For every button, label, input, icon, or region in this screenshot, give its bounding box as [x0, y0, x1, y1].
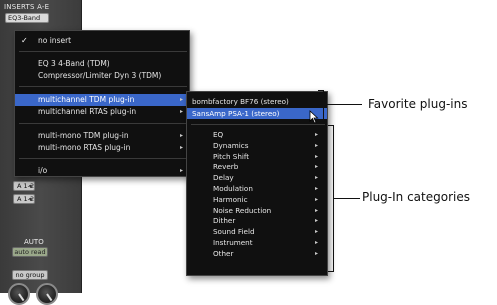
menu-item-multimono-tdm[interactable]: multi-mono TDM plug-in ▸ [15, 130, 189, 142]
group-label: no group [15, 271, 45, 279]
chevron-right-icon: ▸ [314, 163, 318, 171]
category-instrument[interactable]: Instrument ▸ [187, 238, 327, 249]
chevron-right-icon: ▸ [314, 195, 318, 203]
group-selector[interactable]: no group [12, 270, 48, 280]
chevron-right-icon: ▸ [314, 239, 318, 246]
menu-item-label: no insert [38, 36, 72, 45]
chevron-right-icon: ▸ [314, 249, 318, 257]
insert-dropdown-menu: ✓ no insert EQ 3 4-Band (TDM) Compressor… [14, 30, 190, 177]
automation-label: AUTO [24, 238, 44, 246]
pan-knob-right[interactable] [36, 283, 58, 305]
menu-item-label: Compressor/Limiter Dyn 3 (TDM) [38, 71, 162, 80]
chevron-right-icon: ▸ [314, 141, 318, 149]
menu-item-label: multichannel TDM plug-in [38, 95, 135, 104]
menu-separator [19, 86, 187, 87]
category-pitch-shift[interactable]: Pitch Shift ▸ [187, 152, 327, 163]
input-selector[interactable]: A 1-2 ▾ [13, 181, 35, 191]
chevron-right-icon: ▸ [314, 206, 318, 214]
chevron-right-icon: ▸ [179, 144, 183, 151]
category-delay[interactable]: Delay ▸ [187, 173, 327, 184]
chevron-right-icon: ▸ [314, 228, 318, 236]
category-label: Sound Field [213, 227, 255, 237]
menu-item-label: multi-mono RTAS plug-in [38, 143, 131, 152]
chevron-right-icon: ▸ [314, 131, 318, 138]
checkmark-icon: ✓ [21, 36, 28, 45]
category-label: Modulation [213, 184, 253, 193]
submenu-separator [191, 124, 325, 125]
category-label: Pitch Shift [213, 151, 250, 161]
favorites-callout-label: Favorite plug-ins [368, 97, 468, 111]
menu-item-multichannel-tdm[interactable]: multichannel TDM plug-in ▸ [15, 94, 189, 106]
insert-slot-button[interactable]: EQ3-Band [5, 13, 49, 23]
inserts-label: INSERTS A-E [4, 3, 50, 11]
categories-callout-label: Plug-In categories [362, 190, 470, 204]
chevron-right-icon: ▸ [314, 174, 318, 182]
category-label: Dither [213, 216, 236, 226]
category-label: Delay [213, 173, 234, 183]
category-noise-reduction[interactable]: Noise Reduction ▸ [187, 206, 327, 217]
category-label: Other [213, 248, 234, 258]
menu-item-label: EQ 3 4-Band (TDM) [38, 59, 110, 68]
menu-item-label: i/o [38, 166, 48, 175]
menu-separator [19, 51, 187, 52]
menu-item-no-insert[interactable]: ✓ no insert [15, 35, 189, 47]
pan-knob-left[interactable] [8, 283, 30, 305]
category-sound-field[interactable]: Sound Field ▸ [187, 227, 327, 238]
categories-leader-line [334, 198, 360, 200]
category-eq[interactable]: EQ ▸ [187, 130, 327, 141]
category-harmonic[interactable]: Harmonic ▸ [187, 195, 327, 206]
output-selector[interactable]: A 1-2 ▾ [13, 194, 35, 204]
favorites-leader-line [324, 104, 362, 106]
category-label: Instrument [213, 238, 253, 247]
menu-item-multichannel-rtas[interactable]: multichannel RTAS plug-in ▸ [15, 106, 189, 118]
submenu-item-label: bombfactory BF76 (stereo) [192, 97, 289, 106]
chevron-right-icon: ▸ [179, 96, 183, 103]
favorites-bracket [318, 90, 324, 121]
submenu-item-favorite-sansamp[interactable]: SansAmp PSA-1 (stereo) [187, 108, 327, 119]
category-label: Noise Reduction [213, 205, 272, 215]
category-label: Dynamics [213, 140, 249, 150]
chevron-right-icon: ▸ [179, 108, 183, 115]
plugin-submenu: bombfactory BF76 (stereo) SansAmp PSA-1 … [186, 91, 328, 276]
menu-separator [19, 158, 187, 159]
menu-item-multimono-rtas[interactable]: multi-mono RTAS plug-in ▸ [15, 142, 189, 154]
chevron-right-icon: ▸ [314, 152, 318, 160]
chevron-down-icon: ▾ [28, 196, 32, 203]
chevron-right-icon: ▸ [314, 185, 318, 192]
automation-mode-button[interactable]: auto read [12, 247, 48, 257]
chevron-down-icon: ▾ [28, 183, 32, 190]
category-label: EQ [213, 130, 224, 139]
submenu-item-favorite-bf76[interactable]: bombfactory BF76 (stereo) [187, 96, 327, 107]
chevron-right-icon: ▸ [314, 217, 318, 225]
menu-item-recent-compressor[interactable]: Compressor/Limiter Dyn 3 (TDM) [15, 70, 189, 82]
automation-mode-label: auto read [14, 248, 46, 256]
category-dither[interactable]: Dither ▸ [187, 216, 327, 227]
menu-item-label: multichannel RTAS plug-in [38, 107, 137, 116]
insert-slot-label: EQ3-Band [8, 14, 41, 22]
category-label: Reverb [213, 162, 239, 172]
category-dynamics[interactable]: Dynamics ▸ [187, 141, 327, 152]
submenu-item-label: SansAmp PSA-1 (stereo) [192, 109, 280, 118]
category-label: Harmonic [213, 194, 248, 204]
category-reverb[interactable]: Reverb ▸ [187, 162, 327, 173]
category-modulation[interactable]: Modulation ▸ [187, 184, 327, 195]
category-other[interactable]: Other ▸ [187, 249, 327, 260]
chevron-right-icon: ▸ [179, 167, 183, 174]
menu-item-recent-eq[interactable]: EQ 3 4-Band (TDM) [15, 58, 189, 70]
menu-separator [19, 123, 187, 124]
menu-item-io[interactable]: i/o ▸ [15, 165, 189, 177]
chevron-right-icon: ▸ [179, 132, 183, 139]
menu-item-label: multi-mono TDM plug-in [38, 131, 129, 140]
